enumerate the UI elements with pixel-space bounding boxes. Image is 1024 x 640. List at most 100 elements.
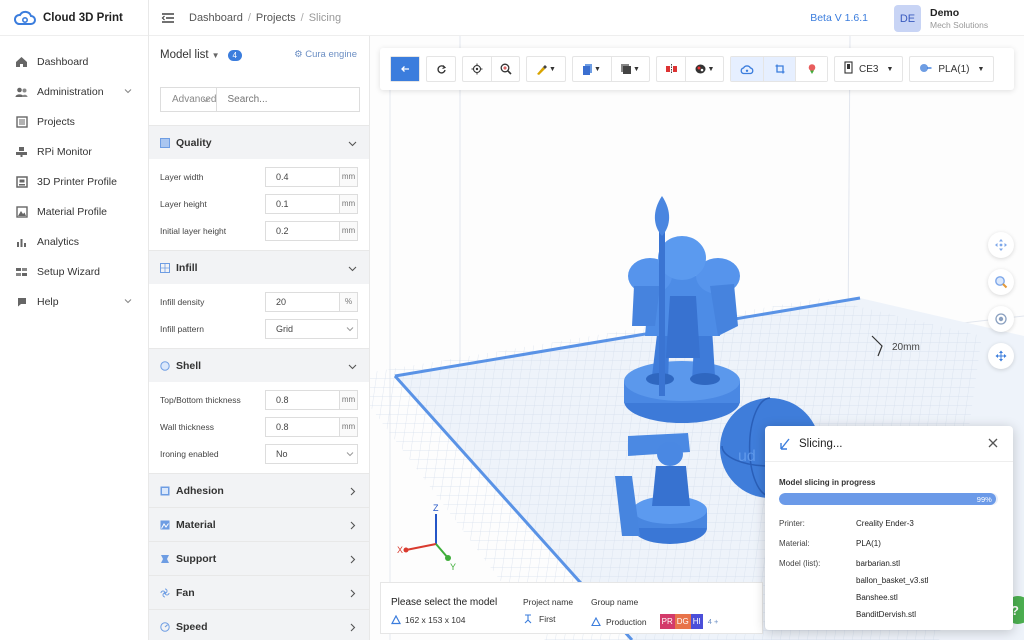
section-shell[interactable]: Shell xyxy=(149,348,369,382)
user-tag[interactable]: PR xyxy=(659,614,675,629)
top-bottom-thickness-input[interactable]: 0.8 mm xyxy=(265,389,358,410)
filament-icon xyxy=(919,63,932,76)
back-button[interactable] xyxy=(391,57,419,81)
chevron-right-icon xyxy=(350,623,356,632)
search-input[interactable] xyxy=(216,87,361,112)
support-paint-icon xyxy=(695,64,705,74)
tool-group-paint: ▼ xyxy=(526,56,566,82)
infill-pattern-select[interactable]: Grid xyxy=(265,318,358,339)
sidebar-item-material-profile[interactable]: Material Profile xyxy=(0,197,148,227)
layer-height-input[interactable]: 0.1 mm xyxy=(265,193,358,214)
brand[interactable]: Cloud 3D Print xyxy=(0,0,148,36)
user-tags: PR DG HI xyxy=(659,614,703,629)
copy-button[interactable]: ▼ xyxy=(573,57,611,81)
paint-brush-icon xyxy=(537,64,547,75)
section-infill[interactable]: Infill xyxy=(149,250,369,284)
user-org: Mech Solutions xyxy=(930,20,989,30)
zoom-button[interactable] xyxy=(491,57,519,81)
pan-button[interactable] xyxy=(988,232,1014,258)
magnifier-icon xyxy=(995,276,1008,289)
section-fan[interactable]: Fan xyxy=(149,575,369,609)
rotate-icon xyxy=(436,64,446,74)
material-value: PLA(1) xyxy=(856,539,881,548)
z-axis-label: Z xyxy=(433,503,439,513)
fan-icon xyxy=(160,588,170,597)
cloud-logo-icon xyxy=(14,10,36,25)
sidebar-item-administration[interactable]: Administration xyxy=(0,77,148,107)
cloud-icon xyxy=(740,64,754,74)
sidebar-item-setup-wizard[interactable]: Setup Wizard xyxy=(0,257,148,287)
center-button[interactable] xyxy=(463,57,491,81)
reset-view-button[interactable] xyxy=(427,57,455,81)
slicing-title: Slicing... xyxy=(799,437,843,450)
sidebar-item-analytics[interactable]: Analytics xyxy=(0,227,148,257)
section-speed[interactable]: Speed xyxy=(149,609,369,640)
material-select[interactable]: PLA(1) ▼ xyxy=(909,56,995,82)
view-controls xyxy=(988,232,1014,380)
section-quality[interactable]: Quality xyxy=(149,125,369,159)
layer-view-button[interactable] xyxy=(763,57,795,81)
more-tags[interactable]: 4 + xyxy=(708,617,719,626)
sidebar-item-help[interactable]: Help xyxy=(0,287,148,317)
field-value: 0.2 xyxy=(276,225,289,236)
user-name: Demo xyxy=(930,7,960,19)
breadcrumb-current: Slicing xyxy=(308,11,342,24)
sidebar-item-label: Administration xyxy=(37,86,104,98)
model-item: ballon_basket_v3.stl xyxy=(856,576,929,585)
user-tag[interactable]: DG xyxy=(674,614,691,629)
project-icon xyxy=(524,614,532,624)
tool-group-layers: ▼ ▼ xyxy=(572,56,650,82)
user-tag[interactable]: HI xyxy=(690,614,703,629)
slicing-dialog-header: Slicing... xyxy=(765,426,1013,462)
model-item: Banshee.stl xyxy=(856,593,898,602)
infill-density-input[interactable]: 20% xyxy=(265,291,358,312)
viewport-toolbar: ▼ ▼ ▼ ▼ CE3 ▼ PLA(1) ▼ xyxy=(380,48,1014,90)
engine-selector[interactable]: ⚙ Cura engine xyxy=(294,49,357,60)
breadcrumb-dashboard[interactable]: Dashboard xyxy=(189,12,243,24)
field-unit: mm xyxy=(339,390,357,409)
section-support[interactable]: Support xyxy=(149,541,369,575)
crosshair-icon xyxy=(471,63,483,75)
sidebar-item-projects[interactable]: Projects xyxy=(0,107,148,137)
sidebar-item-rpi-monitor[interactable]: RPi Monitor xyxy=(0,137,148,167)
breadcrumb-projects[interactable]: Projects xyxy=(256,12,296,24)
progress-label: Model slicing in progress xyxy=(779,478,876,487)
filter-row: Advanced xyxy=(149,87,369,112)
user-info[interactable]: Demo Mech Solutions xyxy=(924,0,1024,36)
printer-icon xyxy=(15,176,28,188)
sidebar-item-dashboard[interactable]: Dashboard xyxy=(0,47,148,77)
quality-icon xyxy=(160,137,170,148)
cloud-slice-button[interactable] xyxy=(731,57,763,81)
field-label: Wall thickness xyxy=(160,421,215,432)
initial-layer-height-input[interactable]: 0.2 mm xyxy=(265,220,358,241)
model-info-bar: Please select the model 162 x 153 x 104 … xyxy=(380,582,763,634)
info-title: Please select the model xyxy=(391,597,498,608)
sidebar-item-label: RPi Monitor xyxy=(37,146,92,158)
menu-collapse-icon[interactable] xyxy=(161,12,175,24)
close-icon[interactable] xyxy=(987,437,999,449)
mirror-button[interactable] xyxy=(657,57,685,81)
layers-button[interactable]: ▼ xyxy=(611,57,649,81)
ironing-enabled-select[interactable]: No xyxy=(265,443,358,464)
sidebar-item-3d-printer-profile[interactable]: 3D Printer Profile xyxy=(0,167,148,197)
wall-thickness-input[interactable]: 0.8 mm xyxy=(265,416,358,437)
section-adhesion[interactable]: Adhesion xyxy=(149,473,369,507)
support-icon xyxy=(161,554,169,563)
section-material[interactable]: Material xyxy=(149,507,369,541)
section-title: Support xyxy=(176,552,217,565)
field-unit: mm xyxy=(339,221,357,240)
layer-width-input[interactable]: 0.4 mm xyxy=(265,166,358,187)
orbit-button[interactable] xyxy=(988,306,1014,332)
printer-select[interactable]: CE3 ▼ xyxy=(834,56,904,82)
preview-button[interactable] xyxy=(795,57,827,81)
field-initial-layer-height: Initial layer height 0.2 mm xyxy=(149,217,369,244)
advanced-select[interactable]: Advanced xyxy=(160,87,217,112)
move-model-button[interactable] xyxy=(988,343,1014,369)
model-list-dropdown[interactable]: Model list ▼ xyxy=(160,49,220,61)
zoom-view-button[interactable] xyxy=(988,269,1014,295)
y-axis-label: Y xyxy=(450,562,456,572)
avatar[interactable]: DE xyxy=(894,5,921,32)
slicing-dialog: Slicing... Model slicing in progress 99%… xyxy=(765,426,1013,630)
support-paint-button[interactable]: ▼ xyxy=(685,57,723,81)
paint-button[interactable]: ▼ xyxy=(527,57,565,81)
